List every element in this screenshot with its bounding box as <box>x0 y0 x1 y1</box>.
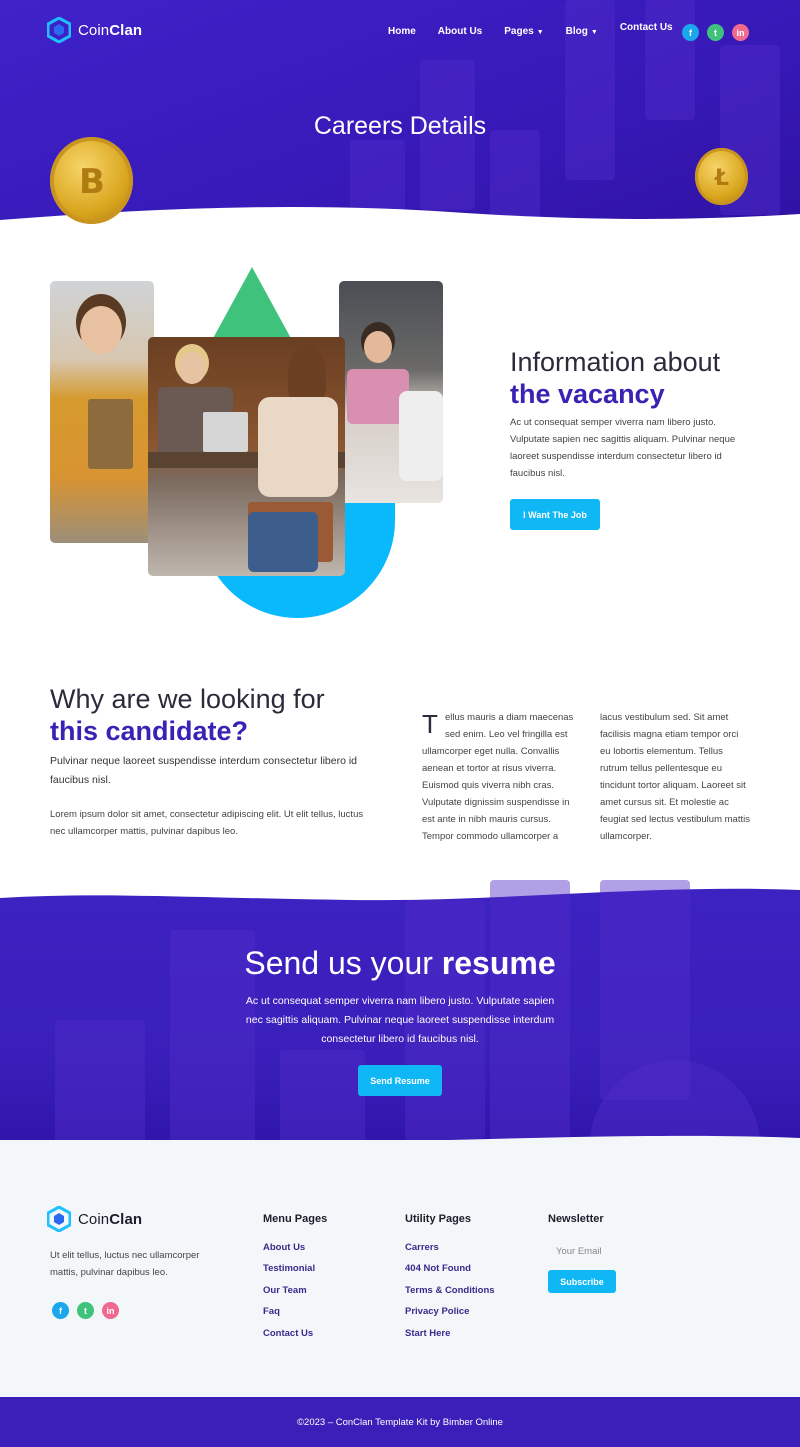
bg-chart-bar <box>645 0 695 120</box>
linkedin-icon[interactable]: in <box>102 1302 119 1319</box>
footer-link-terms[interactable]: Terms & Conditions <box>405 1285 495 1296</box>
footer-link-faq[interactable]: Faq <box>263 1306 280 1317</box>
bitcoin-symbol-icon: B <box>79 162 105 202</box>
why-body: Lorem ipsum dolor sit amet, consectetur … <box>50 809 364 837</box>
logo-hex-icon <box>47 1206 71 1232</box>
footer-menu-title: Menu Pages <box>263 1213 328 1225</box>
subscribe-button[interactable]: Subscribe <box>548 1270 616 1293</box>
footer-utility-title: Utility Pages <box>405 1213 472 1225</box>
copyright-text: ©2023 – ConClan Template Kit by Bimber O… <box>297 1416 503 1428</box>
photo-person-sweater <box>258 397 338 497</box>
main-nav: Home About Us Pages ▼ Blog ▼ Contact Us <box>388 22 673 37</box>
header-social-links: f t in <box>682 24 749 41</box>
dropcap: T <box>422 709 438 739</box>
footer-link-404[interactable]: 404 Not Found <box>405 1263 471 1274</box>
why-heading-light: Why are we looking for <box>50 684 325 714</box>
why-heading-bold: this candidate? <box>50 716 249 746</box>
photo-interview <box>148 337 345 576</box>
footer-link-careers[interactable]: Carrers <box>405 1242 439 1253</box>
chevron-down-icon: ▼ <box>536 29 544 36</box>
nav-pages[interactable]: Pages ▼ <box>504 26 543 37</box>
twitter-icon[interactable]: t <box>77 1302 94 1319</box>
brand-name: CoinClan <box>78 21 143 39</box>
nav-contact[interactable]: Contact Us <box>620 22 673 37</box>
info-heading-bold: the vacancy <box>510 379 665 409</box>
svg-text:Ł: Ł <box>713 166 728 191</box>
logo-hex-icon <box>47 17 71 43</box>
why-column-1: ullamcorper eget nulla. Convallis aenean… <box>422 746 570 842</box>
resume-text: Ac ut consequat semper viverra nam liber… <box>245 995 555 1045</box>
linkedin-icon[interactable]: in <box>732 24 749 41</box>
photo-person-head <box>80 306 122 354</box>
footer-link-privacy[interactable]: Privacy Police <box>405 1306 469 1317</box>
photo-books <box>88 399 133 469</box>
decor-triangle <box>211 267 293 342</box>
facebook-icon[interactable]: f <box>682 24 699 41</box>
footer-about-text: Ut elit tellus, luctus nec ullamcorper m… <box>50 1250 200 1278</box>
photo-student <box>50 281 154 543</box>
litecoin-coin-icon: Ł <box>695 148 748 205</box>
want-job-button[interactable]: I Want The Job <box>510 499 600 530</box>
footer-link-contact[interactable]: Contact Us <box>263 1328 313 1339</box>
resume-heading: Send us your resume <box>0 945 800 982</box>
photo-person-head <box>364 331 392 363</box>
nav-blog-label: Blog <box>565 26 588 37</box>
footer-link-team[interactable]: Our Team <box>263 1285 307 1296</box>
send-resume-button[interactable]: Send Resume <box>358 1065 442 1096</box>
newsletter-email-input[interactable]: Your Email <box>556 1246 602 1257</box>
photo-person-hair <box>288 345 326 405</box>
why-lead: Pulvinar neque laoreet suspendisse inter… <box>50 755 358 786</box>
footer-link-testimonial[interactable]: Testimonial <box>263 1263 315 1274</box>
nav-about[interactable]: About Us <box>438 26 482 37</box>
chevron-down-icon: ▼ <box>590 29 598 36</box>
resume-heading-bold: resume <box>441 945 556 981</box>
photo-person-head <box>178 352 206 384</box>
why-column-1-intro: ellus mauris a diam maecenas sed enim. L… <box>445 712 574 740</box>
twitter-icon[interactable]: t <box>707 24 724 41</box>
page-title: Careers Details <box>313 112 487 140</box>
why-column-2: lacus vestibulum sed. Sit amet facilisis… <box>600 712 750 842</box>
facebook-icon[interactable]: f <box>52 1302 69 1319</box>
photo-person-back <box>399 391 443 481</box>
resume-heading-light: Send us your <box>244 945 433 981</box>
litecoin-symbol-icon: Ł <box>713 166 728 191</box>
footer-link-start[interactable]: Start Here <box>405 1328 450 1339</box>
brand-logo[interactable]: CoinClan <box>47 17 142 43</box>
why-heading: Why are we looking for this candidate? <box>50 683 325 747</box>
info-text: Ac ut consequat semper viverra nam liber… <box>510 417 736 479</box>
copyright-bar: ©2023 – ConClan Template Kit by Bimber O… <box>0 1397 800 1447</box>
footer-link-about[interactable]: About Us <box>263 1242 305 1253</box>
photo-person-jeans <box>248 512 318 572</box>
info-heading-light: Information about <box>510 347 721 377</box>
photo-laptop <box>203 412 248 452</box>
footer-brand-name: CoinClan <box>78 1210 143 1228</box>
nav-home[interactable]: Home <box>388 26 416 37</box>
footer-brand-logo[interactable]: CoinClan <box>47 1206 142 1232</box>
bitcoin-coin-icon: B <box>50 137 133 224</box>
nav-pages-label: Pages <box>504 26 534 37</box>
info-heading: Information about the vacancy <box>510 346 720 410</box>
svg-text:B: B <box>79 162 105 202</box>
footer-social-links: f t in <box>52 1302 119 1319</box>
photo-meeting <box>339 281 443 503</box>
nav-blog[interactable]: Blog ▼ <box>566 26 598 37</box>
footer-newsletter-title: Newsletter <box>548 1213 604 1225</box>
